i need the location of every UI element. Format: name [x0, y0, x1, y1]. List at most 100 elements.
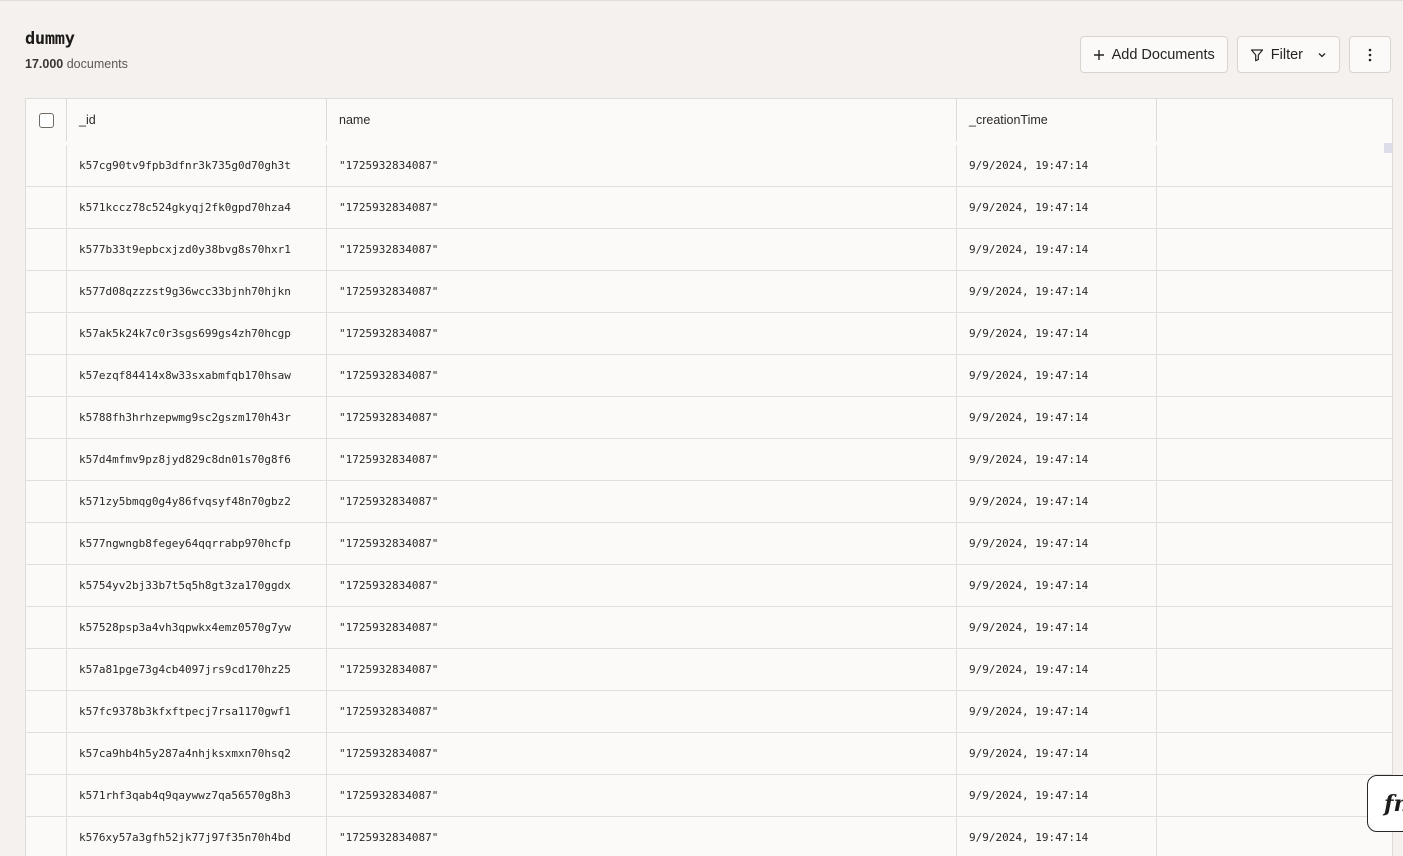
- cell-id[interactable]: k57d4mfmv9pz8jyd829c8dn01s70g8f6: [67, 439, 327, 480]
- plus-icon: [1093, 49, 1104, 60]
- cell-creation-time[interactable]: 9/9/2024, 19:47:14: [957, 691, 1157, 732]
- add-documents-button[interactable]: Add Documents: [1079, 36, 1228, 73]
- table-row[interactable]: k5754yv2bj33b7t5q5h8gt3za170ggdx "1725932…: [26, 565, 1392, 607]
- row-select-cell: [26, 817, 67, 856]
- cell-creation-time[interactable]: 9/9/2024, 19:47:14: [957, 481, 1157, 522]
- cell-id[interactable]: k576xy57a3gfh52jk77j97f35n70h4bd: [67, 817, 327, 856]
- table-row[interactable]: k57fc9378b3kfxftpecj7rsa1170gwf1 "1725932…: [26, 691, 1392, 733]
- cell-id[interactable]: k577ngwngb8fegey64qqrrabp970hcfp: [67, 523, 327, 564]
- cell-creation-time[interactable]: 9/9/2024, 19:47:14: [957, 817, 1157, 856]
- cell-empty: [1157, 271, 1392, 312]
- cell-creation-time[interactable]: 9/9/2024, 19:47:14: [957, 187, 1157, 228]
- row-select-cell: [26, 733, 67, 774]
- table-row[interactable]: k571rhf3qab4q9qaywwz7qa56570g8h3 "1725932…: [26, 775, 1392, 817]
- cell-empty: [1157, 733, 1392, 774]
- table-row[interactable]: k571kccz78c524gkyqj2fk0gpd70hza4 "1725932…: [26, 187, 1392, 229]
- cell-id[interactable]: k571kccz78c524gkyqj2fk0gpd70hza4: [67, 187, 327, 228]
- cell-id[interactable]: k577b33t9epbcxjzd0y38bvg8s70hxr1: [67, 229, 327, 270]
- cell-id[interactable]: k5754yv2bj33b7t5q5h8gt3za170ggdx: [67, 565, 327, 606]
- cell-id[interactable]: k57ezqf84414x8w33sxabmfqb170hsaw: [67, 355, 327, 396]
- cell-creation-time[interactable]: 9/9/2024, 19:47:14: [957, 313, 1157, 354]
- cell-name[interactable]: "1725932834087": [327, 397, 957, 438]
- row-select-cell: [26, 397, 67, 438]
- table-row[interactable]: k57ezqf84414x8w33sxabmfqb170hsaw "1725932…: [26, 355, 1392, 397]
- table-row[interactable]: k57cg90tv9fpb3dfnr3k735g0d70gh3t "1725932…: [26, 145, 1392, 187]
- table-row[interactable]: k57a81pge73g4cb4097jrs9cd170hz25 "1725932…: [26, 649, 1392, 691]
- cell-id[interactable]: k571rhf3qab4q9qaywwz7qa56570g8h3: [67, 775, 327, 816]
- cell-id[interactable]: k57a81pge73g4cb4097jrs9cd170hz25: [67, 649, 327, 690]
- cell-creation-time[interactable]: 9/9/2024, 19:47:14: [957, 523, 1157, 564]
- cell-name[interactable]: "1725932834087": [327, 565, 957, 606]
- cell-empty: [1157, 229, 1392, 270]
- filter-label: Filter: [1270, 46, 1303, 63]
- row-select-cell: [26, 775, 67, 816]
- cell-id[interactable]: k57ak5k24k7c0r3sgs699gs4zh70hcgp: [67, 313, 327, 354]
- column-header-id[interactable]: _id: [67, 99, 327, 141]
- cell-creation-time[interactable]: 9/9/2024, 19:47:14: [957, 145, 1157, 186]
- cell-empty: [1157, 565, 1392, 606]
- row-select-cell: [26, 691, 67, 732]
- row-select-cell: [26, 481, 67, 522]
- cell-name[interactable]: "1725932834087": [327, 355, 957, 396]
- cell-empty: [1157, 145, 1392, 186]
- table-row[interactable]: k576xy57a3gfh52jk77j97f35n70h4bd "1725932…: [26, 817, 1392, 856]
- table-row[interactable]: k571zy5bmqg0g4y86fvqsyf48n70gbz2 "1725932…: [26, 481, 1392, 523]
- cell-id[interactable]: k5788fh3hrhzepwmg9sc2gszm170h43r: [67, 397, 327, 438]
- cell-creation-time[interactable]: 9/9/2024, 19:47:14: [957, 355, 1157, 396]
- cell-creation-time[interactable]: 9/9/2024, 19:47:14: [957, 607, 1157, 648]
- cell-empty: [1157, 355, 1392, 396]
- cell-name[interactable]: "1725932834087": [327, 481, 957, 522]
- cell-name[interactable]: "1725932834087": [327, 523, 957, 564]
- cell-id[interactable]: k577d08qzzzst9g36wcc33bjnh70hjkn: [67, 271, 327, 312]
- column-header-creation-time[interactable]: _creationTime: [957, 99, 1157, 141]
- cell-creation-time[interactable]: 9/9/2024, 19:47:14: [957, 439, 1157, 480]
- cell-empty: [1157, 481, 1392, 522]
- add-documents-label: Add Documents: [1111, 46, 1215, 63]
- row-select-cell: [26, 439, 67, 480]
- cell-creation-time[interactable]: 9/9/2024, 19:47:14: [957, 565, 1157, 606]
- table-row[interactable]: k577d08qzzzst9g36wcc33bjnh70hjkn "1725932…: [26, 271, 1392, 313]
- table-row[interactable]: k577b33t9epbcxjzd0y38bvg8s70hxr1 "1725932…: [26, 229, 1392, 271]
- cell-name[interactable]: "1725932834087": [327, 691, 957, 732]
- table-row[interactable]: k57d4mfmv9pz8jyd829c8dn01s70g8f6 "1725932…: [26, 439, 1392, 481]
- cell-name[interactable]: "1725932834087": [327, 649, 957, 690]
- more-options-button[interactable]: [1349, 36, 1391, 73]
- table-body: k57cg90tv9fpb3dfnr3k735g0d70gh3t "1725932…: [26, 145, 1392, 856]
- row-select-cell: [26, 523, 67, 564]
- cell-name[interactable]: "1725932834087": [327, 733, 957, 774]
- cell-creation-time[interactable]: 9/9/2024, 19:47:14: [957, 775, 1157, 816]
- cell-name[interactable]: "1725932834087": [327, 271, 957, 312]
- cell-name[interactable]: "1725932834087": [327, 439, 957, 480]
- table-row[interactable]: k57528psp3a4vh3qpwkx4emz0570g7yw "1725932…: [26, 607, 1392, 649]
- table-row[interactable]: k577ngwngb8fegey64qqrrabp970hcfp "1725932…: [26, 523, 1392, 565]
- cell-name[interactable]: "1725932834087": [327, 817, 957, 856]
- cell-empty: [1157, 691, 1392, 732]
- cell-name[interactable]: "1725932834087": [327, 775, 957, 816]
- filter-button[interactable]: Filter: [1236, 36, 1340, 73]
- cell-id[interactable]: k571zy5bmqg0g4y86fvqsyf48n70gbz2: [67, 481, 327, 522]
- select-all-checkbox[interactable]: [38, 112, 54, 128]
- cell-creation-time[interactable]: 9/9/2024, 19:47:14: [957, 271, 1157, 312]
- cell-name[interactable]: "1725932834087": [327, 607, 957, 648]
- table-header-row: _id name _creationTime: [26, 99, 1392, 142]
- table-row[interactable]: k5788fh3hrhzepwmg9sc2gszm170h43r "1725932…: [26, 397, 1392, 439]
- cell-empty: [1157, 523, 1392, 564]
- cell-creation-time[interactable]: 9/9/2024, 19:47:14: [957, 397, 1157, 438]
- cell-creation-time[interactable]: 9/9/2024, 19:47:14: [957, 229, 1157, 270]
- table-row[interactable]: k57ca9hb4h5y287a4nhjksxmxn70hsq2 "1725932…: [26, 733, 1392, 775]
- cell-name[interactable]: "1725932834087": [327, 229, 957, 270]
- cell-name[interactable]: "1725932834087": [327, 187, 957, 228]
- cell-id[interactable]: k57ca9hb4h5y287a4nhjksxmxn70hsq2: [67, 733, 327, 774]
- cell-creation-time[interactable]: 9/9/2024, 19:47:14: [957, 649, 1157, 690]
- functions-button[interactable]: fn: [1367, 775, 1403, 832]
- cell-id[interactable]: k57cg90tv9fpb3dfnr3k735g0d70gh3t: [67, 145, 327, 186]
- toolbar: Add Documents Filter: [1079, 36, 1391, 73]
- column-header-name[interactable]: name: [327, 99, 957, 141]
- table-row[interactable]: k57ak5k24k7c0r3sgs699gs4zh70hcgp "1725932…: [26, 313, 1392, 355]
- cell-id[interactable]: k57fc9378b3kfxftpecj7rsa1170gwf1: [67, 691, 327, 732]
- cell-creation-time[interactable]: 9/9/2024, 19:47:14: [957, 733, 1157, 774]
- cell-id[interactable]: k57528psp3a4vh3qpwkx4emz0570g7yw: [67, 607, 327, 648]
- cell-name[interactable]: "1725932834087": [327, 145, 957, 186]
- cell-name[interactable]: "1725932834087": [327, 313, 957, 354]
- column-header-empty: [1157, 99, 1392, 141]
